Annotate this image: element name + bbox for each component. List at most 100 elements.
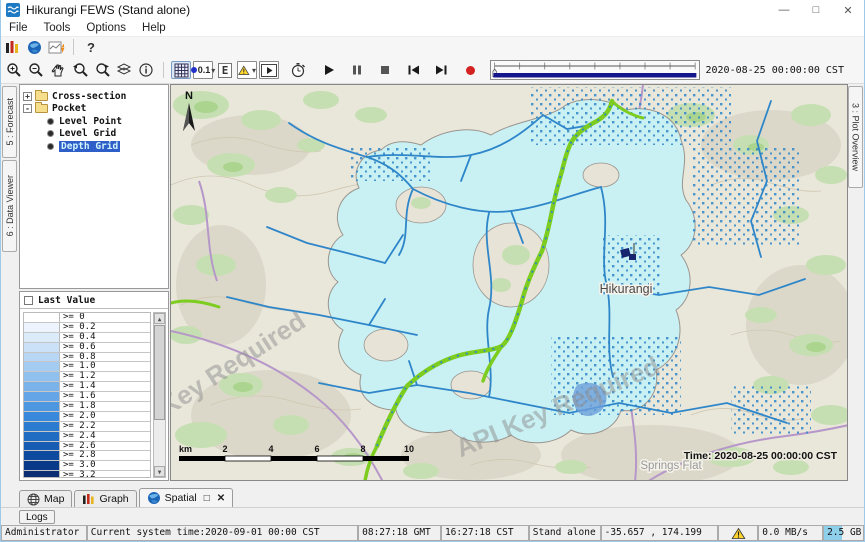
close-button[interactable]: ✕ — [832, 0, 864, 20]
legend-color-swatch — [24, 343, 60, 352]
tab-forecast[interactable]: 5 : Forecast — [2, 86, 17, 158]
layers-button[interactable] — [114, 61, 134, 79]
minimize-button[interactable]: — — [768, 0, 800, 20]
svg-text:4: 4 — [268, 444, 273, 454]
scroll-up-icon[interactable]: ▲ — [154, 313, 165, 324]
step-back-button[interactable] — [403, 61, 423, 79]
legend-color-swatch — [24, 402, 60, 411]
longitudinal-profile-button[interactable] — [46, 38, 66, 56]
tab-maximize-icon[interactable]: □ — [204, 493, 210, 504]
main-toolbar: ? — [1, 37, 864, 57]
zoom-previous-button[interactable] — [70, 61, 90, 79]
right-tab-strip: 3 : Plot Overview — [847, 84, 864, 480]
current-time-label: 2020-08-25 00:00:00 CST — [706, 65, 844, 76]
legend-color-swatch — [24, 461, 60, 470]
legend-class-label: >= 1.4 — [60, 382, 96, 391]
status-bar: Administrator Current system time:2020-0… — [1, 524, 864, 542]
globe-icon — [147, 491, 161, 505]
tree-item-label: Depth Grid — [59, 141, 120, 152]
status-transfer-rate: 0.0 MB/s — [758, 525, 823, 541]
legend-color-swatch — [24, 323, 60, 332]
legend-color-swatch — [24, 451, 60, 460]
legend-scrollbar[interactable]: ▲ ▼ — [153, 312, 166, 478]
zoom-out-button[interactable] — [26, 61, 46, 79]
legend-table: >= 0 >= 0.2 >= 0.4 >= 0.6 — [23, 312, 151, 478]
title-bar: Hikurangi FEWS (Stand alone) — □ ✕ — [1, 0, 864, 20]
maximize-button[interactable]: □ — [800, 0, 832, 20]
timer-button[interactable] — [288, 61, 308, 79]
zoom-next-button[interactable] — [92, 61, 112, 79]
zoom-in-button[interactable] — [4, 61, 24, 79]
legend-class-label: >= 1.2 — [60, 372, 96, 381]
legend-color-swatch — [24, 362, 60, 371]
legend-toggle-button[interactable]: E — [215, 61, 235, 79]
scroll-down-icon[interactable]: ▼ — [154, 466, 165, 477]
last-value-row: Last Value — [20, 292, 168, 309]
menu-item[interactable]: Help — [134, 22, 174, 34]
tree-item-label: Level Point — [59, 116, 122, 127]
tree-item[interactable]: + Cross-section — [20, 90, 168, 103]
thresholds-dropdown[interactable]: ▾ — [237, 61, 257, 79]
pause-button[interactable] — [347, 61, 367, 79]
spatial-layers-tree[interactable]: + Cross-section - Pocket Level Point Lev… — [19, 84, 169, 289]
legend-class-label: >= 1.6 — [60, 392, 96, 401]
animation-dialog-button[interactable] — [259, 61, 279, 79]
legend-color-swatch — [24, 392, 60, 401]
tab-map[interactable]: Map — [19, 490, 72, 507]
grid-display-globe-button[interactable] — [24, 38, 44, 56]
view-tabs: Map Graph Spatial □ ✕ — [1, 487, 864, 507]
scrollbar-thumb[interactable] — [154, 325, 165, 420]
legend-color-swatch — [24, 471, 60, 478]
map-canvas[interactable]: API Key Required API Key Required Hikura… — [170, 84, 848, 481]
status-warning[interactable] — [718, 525, 758, 541]
legend-class-label: >= 2.8 — [60, 451, 96, 460]
legend-color-swatch — [24, 382, 60, 391]
record-button[interactable] — [461, 61, 481, 79]
classbreaks-dropdown[interactable]: 0.1 ▾ — [193, 61, 213, 79]
info-button[interactable] — [136, 61, 156, 79]
tree-item-icon — [35, 104, 48, 113]
tab-graph[interactable]: Graph — [74, 490, 136, 507]
legend-class-label: >= 0.4 — [60, 333, 96, 342]
tree-expander[interactable]: + — [23, 92, 32, 101]
stop-button[interactable] — [375, 61, 395, 79]
grid-overlay-toggle[interactable] — [171, 61, 191, 79]
tree-item[interactable]: Depth Grid — [20, 140, 168, 153]
help-button[interactable]: ? — [81, 38, 101, 56]
database-display-button[interactable] — [2, 38, 22, 56]
tree-item[interactable]: Level Point — [20, 115, 168, 128]
legend-color-swatch — [24, 353, 60, 362]
menu-item[interactable]: Options — [78, 22, 134, 34]
svg-text:N: N — [185, 90, 193, 102]
legend-panel: Last Value >= 0 >= 0.2 >= 0.4 — [19, 291, 169, 481]
legend-class-label: >= 2.0 — [60, 412, 96, 421]
tree-item-icon — [48, 131, 53, 136]
time-slider[interactable] — [490, 60, 700, 80]
tab-spatial[interactable]: Spatial □ ✕ — [139, 488, 234, 507]
step-forward-button[interactable] — [431, 61, 451, 79]
legend-class-label: >= 2.2 — [60, 422, 96, 431]
window-title: Hikurangi FEWS (Stand alone) — [26, 3, 190, 17]
tree-item[interactable]: Level Grid — [20, 128, 168, 141]
toolbar-separator — [163, 62, 164, 78]
pan-button[interactable] — [48, 61, 68, 79]
play-button[interactable] — [319, 61, 339, 79]
tree-item[interactable]: - Pocket — [20, 103, 168, 116]
tab-close-icon[interactable]: ✕ — [217, 493, 225, 504]
last-value-checkbox[interactable] — [24, 296, 33, 305]
menu-item[interactable]: Tools — [36, 22, 79, 34]
map-time-label: Time: 2020-08-25 00:00:00 CST — [684, 450, 838, 462]
status-mode: Stand alone — [529, 525, 601, 541]
tab-logs[interactable]: Logs — [19, 510, 55, 524]
menu-item[interactable]: File — [1, 22, 36, 34]
svg-text:2: 2 — [222, 444, 227, 454]
legend-color-swatch — [24, 432, 60, 441]
legend-class-label: >= 0.2 — [60, 323, 96, 332]
tab-plot-overview[interactable]: 3 : Plot Overview — [848, 86, 863, 188]
warning-icon — [731, 527, 746, 540]
logs-row: Logs — [1, 507, 864, 524]
tree-expander[interactable]: - — [23, 104, 32, 113]
tab-data-viewer[interactable]: 6 : Data Viewer — [2, 160, 17, 252]
legend-class-label: >= 1.0 — [60, 362, 96, 371]
legend-class-label: >= 3.2 — [60, 471, 96, 478]
